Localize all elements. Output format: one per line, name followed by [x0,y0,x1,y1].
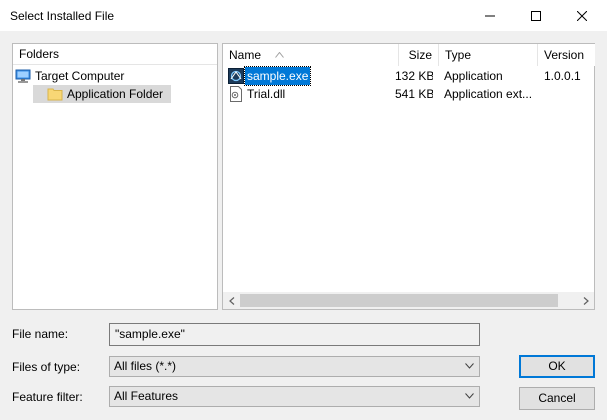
tree-item-application-folder[interactable]: Application Folder [33,85,171,103]
chevron-right-icon [583,296,589,305]
tree-item-target-computer[interactable]: Target Computer [15,67,215,85]
dll-icon [230,86,242,102]
chevron-down-icon [465,363,474,369]
tree-item-label: Application Folder [67,87,164,101]
files-of-type-label: Files of type: [12,360,81,374]
maximize-icon [531,10,541,21]
scrollbar-thumb[interactable] [240,294,558,307]
files-panel: Name Size Type Version sample.exe 132 KB… [222,43,595,310]
files-of-type-select[interactable]: All files (*.*) [109,356,480,377]
column-header-version[interactable]: Version [538,44,595,66]
file-name: sample.exe [243,66,312,86]
scroll-right-button[interactable] [577,292,594,309]
file-type: Application [444,69,503,83]
minimize-icon [485,15,495,16]
column-header-size[interactable]: Size [399,44,439,66]
select-value: All Features [114,389,179,403]
folders-panel: Folders Target Computer Application Fold… [12,43,218,310]
monitor-icon [15,69,31,83]
feature-filter-select[interactable]: All Features [109,386,480,407]
folder-icon [47,88,63,101]
column-header-type[interactable]: Type [439,44,538,66]
column-header-name[interactable]: Name [223,44,399,66]
tree-item-label: Target Computer [35,69,125,83]
file-type: Application ext... [444,87,533,101]
sort-ascending-icon [275,52,284,58]
folders-header: Folders [13,44,217,65]
title-bar: Select Installed File [0,0,607,31]
file-version [544,85,594,103]
scroll-left-button[interactable] [223,292,240,309]
file-name-field[interactable]: "sample.exe" [109,323,480,346]
close-icon [577,10,587,21]
chevron-down-icon [465,393,474,399]
horizontal-scrollbar[interactable] [223,292,594,309]
file-row[interactable]: sample.exe 132 KB Application 1.0.0.1 [223,66,595,86]
maximize-button[interactable] [513,0,559,31]
window-title: Select Installed File [10,9,115,23]
close-button[interactable] [559,0,605,31]
cancel-button[interactable]: Cancel [519,387,595,410]
ok-button[interactable]: OK [519,355,595,378]
file-name: Trial.dll [247,87,286,101]
feature-filter-label: Feature filter: [12,390,83,404]
chevron-left-icon [228,296,234,305]
file-version: 1.0.0.1 [544,69,581,83]
file-row[interactable]: Trial.dll 541 KB Application ext... [223,85,595,103]
minimize-button[interactable] [467,0,513,31]
exe-icon [228,68,244,84]
file-size: 541 KB [395,87,433,101]
file-name-label: File name: [12,327,69,341]
file-size: 132 KB [395,69,433,83]
select-value: All files (*.*) [114,359,177,373]
column-label: Name [229,48,262,62]
